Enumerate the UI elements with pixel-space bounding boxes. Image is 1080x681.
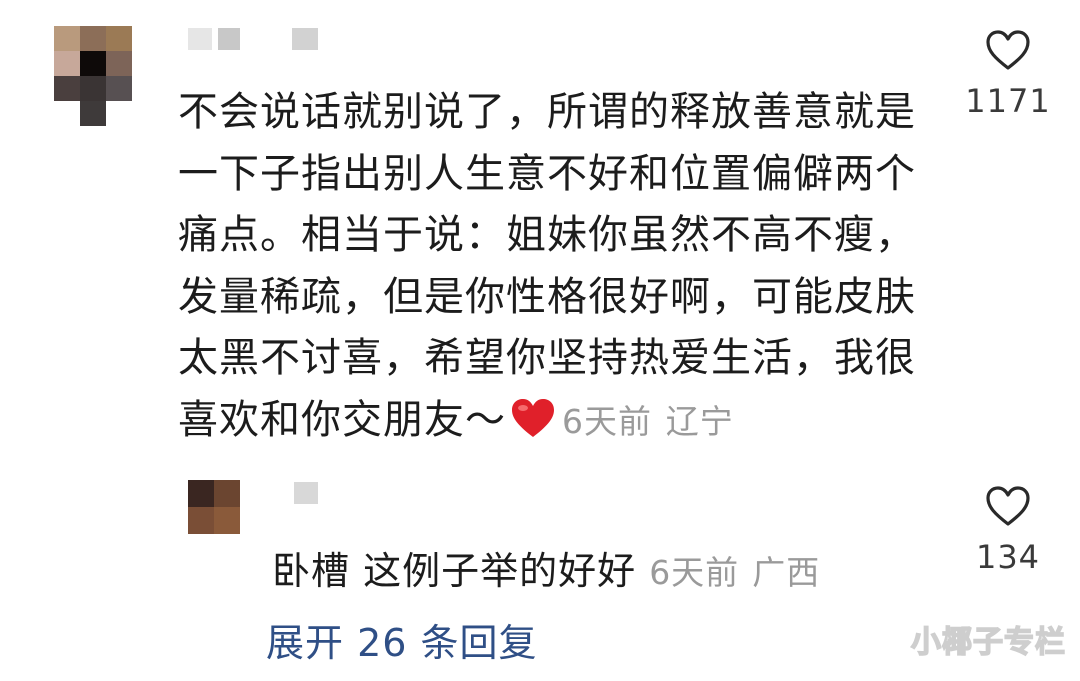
comment-like-count: 1171 (965, 82, 1051, 120)
reply-time: 6天前 (649, 553, 740, 592)
commenter-name-blurred[interactable] (188, 28, 318, 50)
comment-time: 6天前 (562, 401, 652, 441)
reply-location: 广西 (752, 553, 821, 592)
commenter-avatar[interactable] (54, 26, 132, 126)
comment-text: 不会说话就别说了，所谓的释放善意就是一下子指出别人生意不好和位置偏僻两个痛点。相… (178, 89, 916, 443)
reply-like-count: 134 (975, 538, 1041, 576)
like-heart-icon[interactable] (963, 484, 1053, 528)
comment-body: 不会说话就别说了，所谓的释放善意就是一下子指出别人生意不好和位置偏僻两个痛点。相… (178, 82, 938, 457)
watermark: 小椰子专栏 (910, 624, 1066, 661)
expand-replies-link[interactable]: 展开 26 条回复 (266, 612, 538, 667)
reply-text: 卧槽 这例子举的好好 (272, 549, 637, 593)
heart-emoji (510, 396, 556, 458)
reply-body: 卧槽 这例子举的好好 6天前 广西 (272, 540, 820, 595)
reply-like[interactable]: 134 (963, 484, 1053, 576)
replier-name-blurred[interactable] (294, 482, 318, 504)
comment-like[interactable]: 1171 (963, 28, 1053, 120)
replier-avatar[interactable] (188, 480, 240, 534)
like-heart-icon[interactable] (963, 28, 1053, 72)
comment-location: 辽宁 (665, 401, 734, 441)
